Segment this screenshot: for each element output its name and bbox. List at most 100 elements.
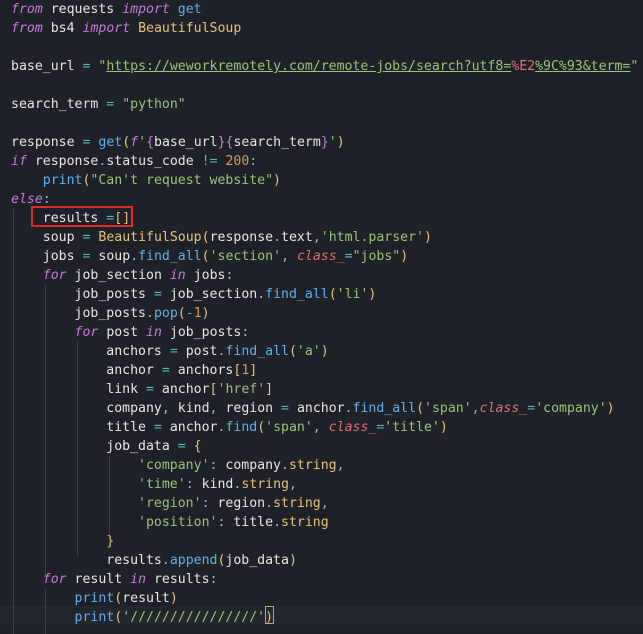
code-token: result — [74, 572, 123, 587]
code-line[interactable]: response = get(f'{base_url}{search_term}… — [11, 133, 345, 152]
code-token: : — [42, 192, 51, 207]
code-line[interactable]: for job_section in jobs: — [11, 266, 234, 285]
code-token: " — [630, 59, 639, 74]
code-token: for — [42, 572, 67, 587]
code-token: = — [344, 249, 353, 264]
code-line[interactable]: search_term = "python" — [11, 95, 186, 114]
code-line[interactable]: } — [11, 532, 114, 551]
code-line[interactable]: title = anchor.find('span', class_='titl… — [11, 418, 448, 437]
code-token: region — [217, 496, 266, 511]
annotation-highlight-box — [31, 206, 133, 227]
code-line[interactable]: print('////////////////') — [11, 608, 274, 627]
code-token: job_posts — [74, 306, 146, 321]
code-token: status_code — [106, 154, 194, 169]
code-token: = — [527, 401, 536, 416]
code-token: anchor — [169, 420, 218, 435]
code-token: , — [312, 230, 321, 245]
code-token: . — [273, 230, 282, 245]
code-line[interactable]: print(result) — [11, 589, 178, 608]
code-token: = — [169, 344, 178, 359]
code-token: search_term — [233, 135, 321, 150]
code-token: = — [153, 420, 162, 435]
code-token: , — [161, 401, 170, 416]
code-line[interactable]: results.append(job_data) — [11, 551, 297, 570]
code-line[interactable]: soup = BeautifulSoup(response.text,'html… — [11, 228, 432, 247]
code-token: ( — [416, 401, 425, 416]
code-token: "jobs" — [352, 249, 401, 264]
code-token: ) — [169, 591, 178, 606]
code-token: text — [281, 230, 313, 245]
code-line[interactable]: 'company': company.string, — [11, 456, 345, 475]
code-line[interactable]: if response.status_code != 200: — [11, 152, 257, 171]
code-line[interactable]: 'position': title.string — [11, 513, 329, 532]
code-line[interactable]: 'time': kind.string, — [11, 475, 297, 494]
code-token: find_all — [352, 401, 417, 416]
code-line[interactable]: for result in results: — [11, 570, 218, 589]
code-token: 'company' — [138, 458, 210, 473]
code-token: ( — [201, 230, 210, 245]
code-token: = — [153, 287, 162, 302]
code-token: string — [288, 458, 337, 473]
code-token: search_term — [11, 97, 99, 112]
code-line[interactable]: from bs4 import BeautifulSoup — [11, 19, 241, 38]
code-token: 1 — [193, 306, 202, 321]
code-token: kind — [201, 477, 234, 492]
code-line[interactable]: base_url = "https://weworkremotely.com/r… — [11, 57, 638, 76]
code-line[interactable]: anchors = post.find_all('a') — [11, 342, 328, 361]
code-token: kind — [177, 401, 210, 416]
code-token: title — [106, 420, 146, 435]
code-line[interactable]: company, kind, region = anchor.find_all(… — [11, 399, 614, 418]
code-token: , — [288, 477, 297, 492]
code-line[interactable]: 'region': region.string, — [11, 494, 329, 513]
code-line[interactable]: for post in job_posts: — [11, 323, 250, 342]
code-token: , — [336, 458, 345, 473]
code-token: jobs — [193, 268, 226, 283]
code-token: results — [153, 572, 210, 587]
code-line[interactable]: job_posts = job_section.find_all('li') — [11, 285, 377, 304]
code-line[interactable]: print("Can't request website") — [11, 171, 281, 190]
code-token: 'position' — [138, 515, 218, 530]
code-token: . — [257, 287, 266, 302]
code-token: ( — [122, 135, 131, 150]
code-token: . — [146, 306, 154, 321]
code-token: response — [209, 230, 274, 245]
code-line[interactable]: jobs = soup.find_all('section', class_="… — [11, 247, 408, 266]
code-token: ( — [257, 420, 266, 435]
code-line[interactable]: job_posts.pop(-1) — [11, 304, 210, 323]
code-line[interactable]: anchor = anchors[1] — [11, 361, 257, 380]
code-token: import — [82, 21, 131, 36]
code-line[interactable]: job_data = { — [11, 437, 202, 456]
code-token: { — [193, 439, 202, 454]
code-line[interactable]: link = anchor['href'] — [11, 380, 273, 399]
code-token: results — [106, 553, 162, 568]
code-token: if — [11, 154, 27, 169]
code-token: from — [11, 21, 43, 36]
code-token: - — [185, 306, 194, 321]
code-editor[interactable]: from requests import get from bs4 import … — [0, 0, 643, 634]
code-token: : — [209, 572, 218, 587]
code-token: : — [201, 496, 210, 511]
code-line[interactable]: from requests import get — [11, 0, 202, 19]
code-token: { — [146, 135, 155, 150]
code-token: ( — [177, 306, 186, 321]
code-token: %9C%93&term= — [535, 59, 631, 74]
